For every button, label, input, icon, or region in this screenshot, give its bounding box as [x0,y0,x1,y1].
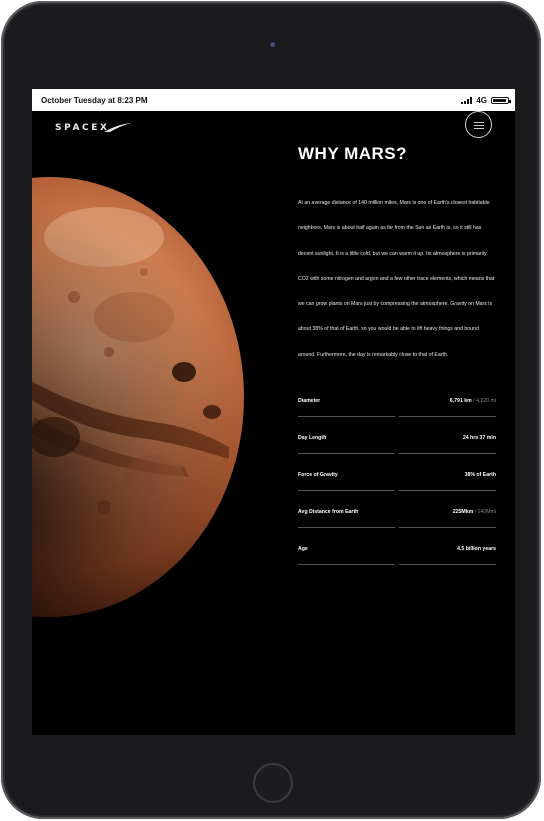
divider [298,416,395,417]
home-button[interactable] [253,763,293,803]
screen: October Tuesday at 8:23 PM 4G SPACEX WHY… [32,89,515,735]
divider [298,564,395,565]
divider [399,527,496,528]
status-indicators: 4G [461,95,511,105]
signal-bars-icon [461,96,473,104]
intro-paragraph: At an average distance of 140 million mi… [298,200,495,358]
network-label: 4G [476,95,487,105]
stat-row-diameter: Diameter 6,791 km / 4,220 mi [298,397,496,434]
camera-icon [269,41,278,50]
divider [399,453,496,454]
status-time: October Tuesday at 8:23 PM [41,95,148,105]
divider [298,490,395,491]
stat-unit: / 4,220 mi [471,398,496,404]
stat-row-age: Age 4.5 billion years [298,545,496,582]
stat-row-day-length: Day Length 24 hrs 37 min [298,434,496,471]
hamburger-menu-icon[interactable] [465,111,492,138]
page: SPACEX WHY MARS? At an average distance … [32,111,515,735]
tablet-frame: October Tuesday at 8:23 PM 4G SPACEX WHY… [1,1,541,819]
divider [399,490,496,491]
battery-icon [491,96,511,104]
divider [399,416,496,417]
divider [298,527,395,528]
stat-unit: / 140Mmi [473,509,496,515]
stats-table: Diameter 6,791 km / 4,220 mi Day Length … [298,397,496,582]
divider [298,453,395,454]
logo-swoosh-icon [104,123,131,132]
spacex-logo[interactable]: SPACEX [55,123,110,133]
status-bar: October Tuesday at 8:23 PM 4G [32,89,515,111]
stat-row-distance: Avg Distance from Earth 225Mkm / 140Mmi [298,508,496,545]
mars-planet-image [32,177,244,617]
page-title: WHY MARS? [298,144,408,163]
stat-row-gravity: Force of Gravity 38% of Earth [298,471,496,508]
divider [399,564,496,565]
